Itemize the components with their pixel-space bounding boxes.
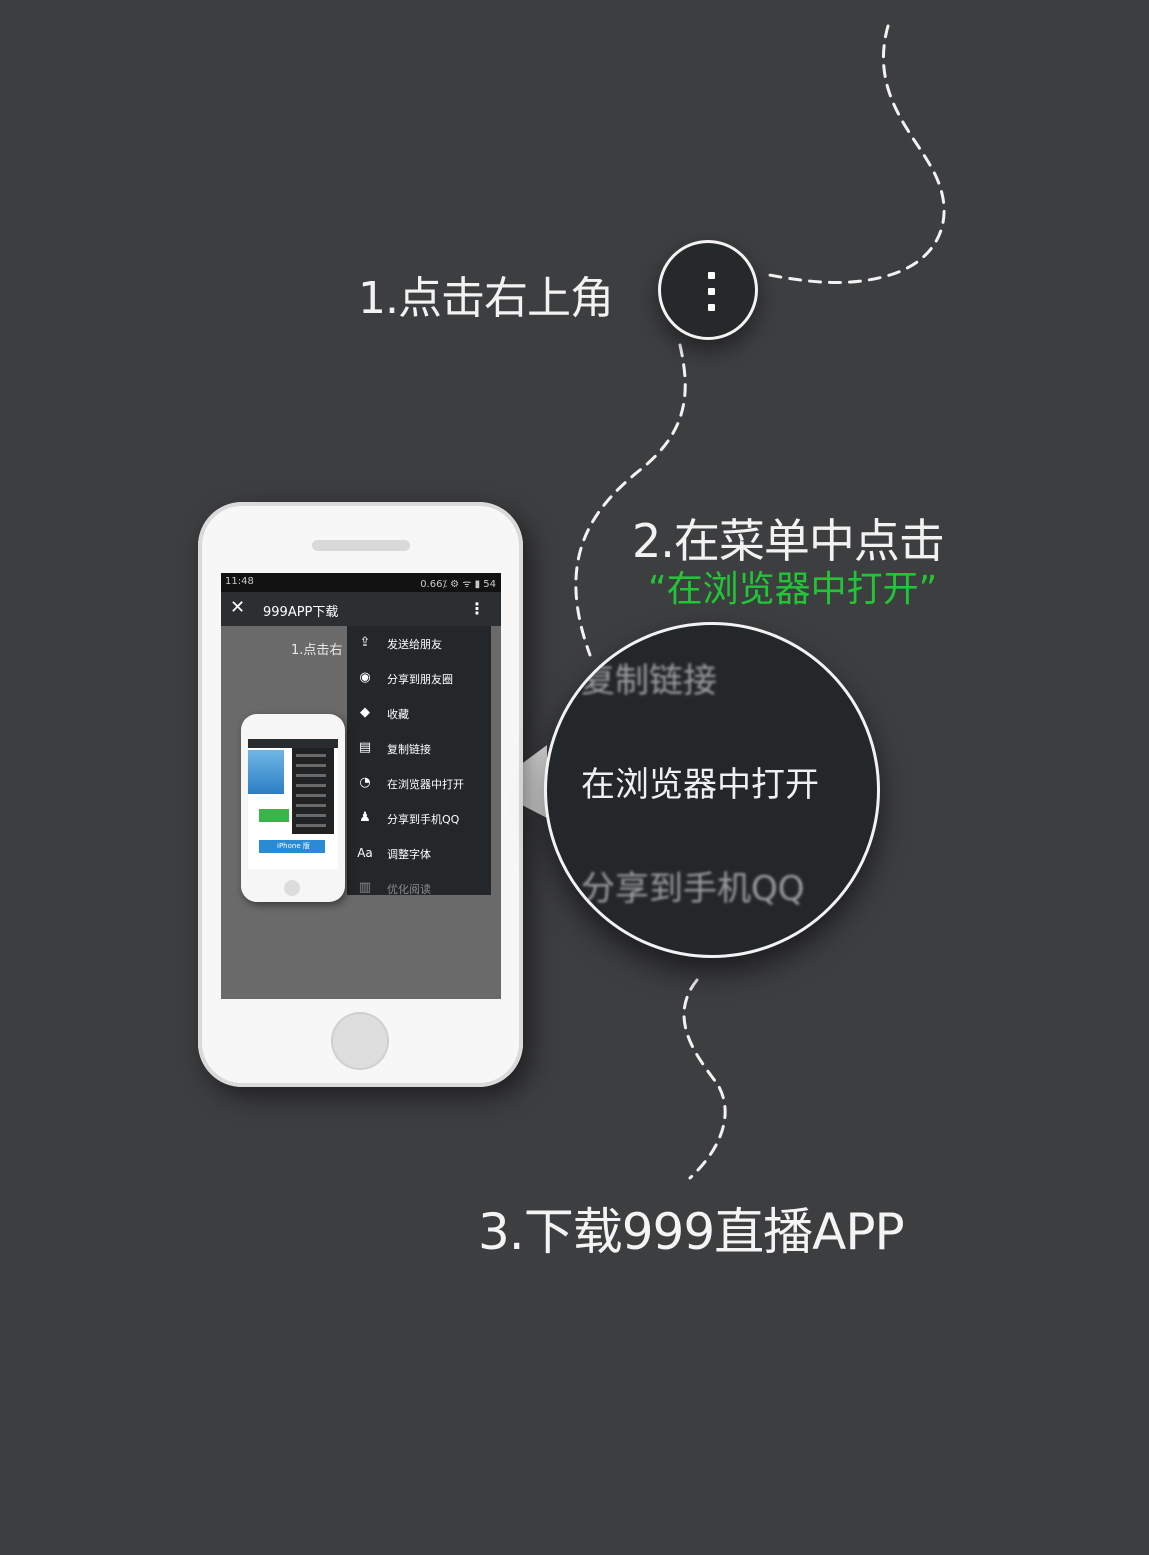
menu-item-reader[interactable]: ▥ 优化阅读 [347, 871, 491, 895]
dot-icon [708, 272, 715, 279]
more-menu-button[interactable] [658, 240, 758, 340]
magnified-copy-link: 复制链接 [581, 661, 717, 701]
step2-highlight: “在浏览器中打开” [648, 569, 938, 610]
browser-icon: ◔ [359, 775, 371, 790]
mini-android-button [259, 809, 289, 822]
moments-icon: ◉ [359, 670, 371, 685]
copy-link-icon: ▤ [358, 740, 372, 755]
phone-home-button [331, 1012, 389, 1070]
wechat-titlebar: ✕ 999APP下载 ⋮ [221, 592, 501, 626]
reader-icon: ▥ [358, 880, 372, 895]
menu-item-moments[interactable]: ◉ 分享到朋友圈 [347, 661, 491, 696]
menu-item-font-size[interactable]: Aa 调整字体 [347, 836, 491, 871]
menu-item-open-in-browser[interactable]: ◔ 在浏览器中打开 [347, 766, 491, 801]
menu-item-favorite[interactable]: ◆ 收藏 [347, 696, 491, 731]
menu-item-send-to-friend[interactable]: ⇪ 发送给朋友 [347, 626, 491, 661]
close-icon[interactable]: ✕ [230, 597, 245, 618]
mini-phone-screen: iPhone 版 [248, 739, 338, 869]
background-text: 1.点击右 [291, 643, 343, 658]
status-icons: 0.66⁒ ⚙ ᯤ ▮ 54 [420, 579, 496, 590]
page-title: 999APP下载 [263, 605, 339, 620]
status-bar: 11:48 0.66⁒ ⚙ ᯤ ▮ 54 [221, 573, 501, 592]
magnified-open-in-browser[interactable]: 在浏览器中打开 [581, 757, 819, 806]
mini-banner-image [248, 750, 284, 794]
mini-menu [292, 748, 334, 834]
magnifier-circle: 复制链接 在浏览器中打开 分享到手机QQ [544, 622, 880, 958]
qq-icon: ♟ [359, 810, 371, 825]
menu-item-copy-link[interactable]: ▤ 复制链接 [347, 731, 491, 766]
step3-text: 3.下载999直播APP [478, 1203, 905, 1261]
phone-speaker [312, 540, 410, 551]
menu-item-share-qq[interactable]: ♟ 分享到手机QQ [347, 801, 491, 836]
magnified-share-qq: 分享到手机QQ [581, 869, 805, 909]
favorite-icon: ◆ [360, 705, 370, 720]
step1-text: 1.点击右上角 [358, 273, 614, 324]
dot-icon [708, 288, 715, 295]
dot-icon [708, 304, 715, 311]
more-vertical-icon[interactable]: ⋮ [469, 599, 485, 618]
status-time: 11:48 [225, 576, 254, 587]
share-icon: ⇪ [359, 635, 371, 650]
font-icon: Aa [357, 846, 373, 860]
wechat-dropdown-menu: ⇪ 发送给朋友 ◉ 分享到朋友圈 ◆ 收藏 ▤ 复制链接 ◔ 在浏览器中打开 ♟… [347, 626, 491, 895]
mini-iphone-button: iPhone 版 [259, 840, 325, 853]
mini-titlebar [248, 739, 338, 748]
mini-home-button [284, 880, 300, 896]
